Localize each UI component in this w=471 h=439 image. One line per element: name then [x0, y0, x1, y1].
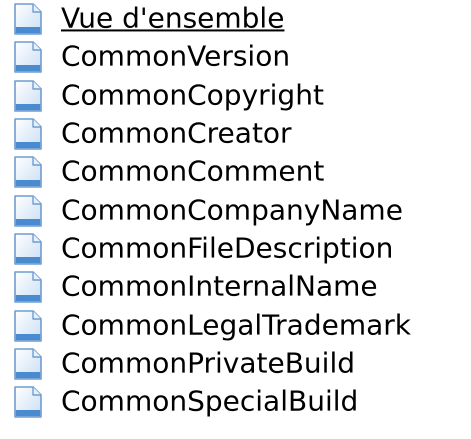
- topic-item[interactable]: CommonCreator: [0, 115, 471, 153]
- help-topic-page-icon: [14, 118, 42, 150]
- help-topic-page-icon: [14, 348, 42, 380]
- topic-item[interactable]: CommonSpecialBuild: [0, 383, 471, 421]
- help-topic-page-icon: [14, 79, 42, 112]
- help-topic-page-icon: [14, 271, 42, 304]
- topic-item[interactable]: CommonCopyright: [0, 77, 471, 115]
- topic-item[interactable]: CommonInternalName: [0, 268, 471, 306]
- help-topic-page-icon: [14, 386, 42, 418]
- topic-label: CommonCompanyName: [61, 193, 403, 227]
- topic-label: CommonInternalName: [61, 269, 378, 303]
- help-topic-page-icon: [14, 194, 42, 227]
- topic-label: CommonFileDescription: [61, 231, 394, 265]
- help-topic-page-icon: [14, 233, 42, 265]
- topic-label: CommonComment: [61, 154, 325, 188]
- topic-label: CommonPrivateBuild: [61, 346, 356, 380]
- topic-label: Vue d'ensemble: [61, 1, 285, 35]
- topic-label: CommonCopyright: [61, 78, 324, 112]
- topic-item[interactable]: CommonCompanyName: [0, 191, 471, 229]
- help-topic-page-icon: [14, 3, 42, 35]
- help-topic-page-icon: [14, 41, 42, 74]
- help-topic-list: Vue d'ensemble CommonVersion CommonCopyrig…: [0, 0, 471, 421]
- topic-label: CommonSpecialBuild: [61, 384, 359, 418]
- help-topic-page-icon: [14, 309, 42, 342]
- topic-item[interactable]: CommonPrivateBuild: [0, 345, 471, 383]
- topic-label: CommonLegalTrademark: [61, 307, 411, 341]
- topic-label: CommonVersion: [61, 39, 291, 73]
- topic-item[interactable]: CommonFileDescription: [0, 230, 471, 268]
- topic-item[interactable]: CommonVersion: [0, 38, 471, 76]
- help-topic-page-icon: [14, 156, 42, 189]
- topic-item[interactable]: CommonComment: [0, 153, 471, 191]
- topic-item[interactable]: CommonLegalTrademark: [0, 306, 471, 344]
- topic-label: CommonCreator: [61, 116, 292, 150]
- topic-item[interactable]: Vue d'ensemble: [0, 0, 471, 38]
